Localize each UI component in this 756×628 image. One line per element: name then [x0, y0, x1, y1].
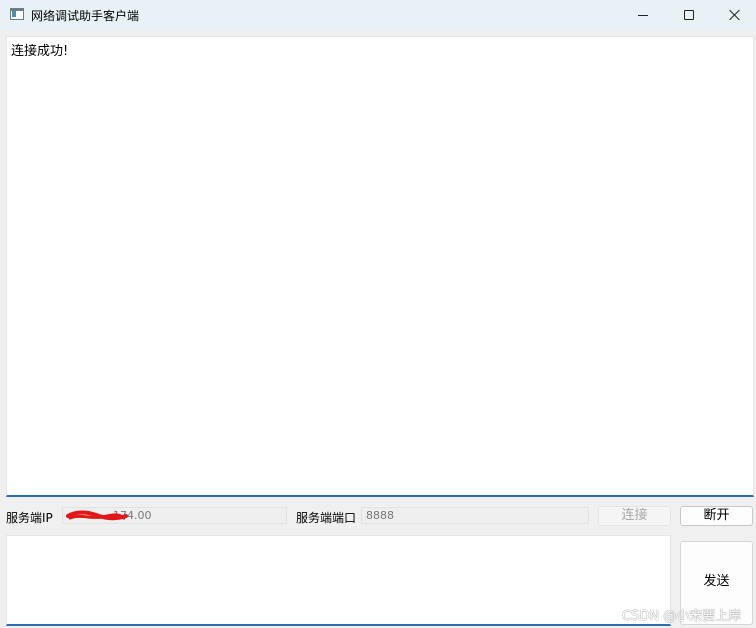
- disconnect-button[interactable]: 断开: [680, 506, 753, 526]
- server-ip-input[interactable]: 174.00: [62, 507, 287, 524]
- redaction-scribble: [66, 510, 128, 521]
- maximize-button[interactable]: [666, 0, 712, 30]
- window-title: 网络调试助手客户端: [31, 9, 140, 23]
- server-port-label: 服务端端口: [296, 511, 357, 525]
- receive-text-area[interactable]: 连接成功!: [6, 36, 754, 497]
- minimize-icon: [638, 14, 648, 16]
- minimize-button[interactable]: [620, 0, 666, 30]
- send-text-area[interactable]: [6, 535, 671, 626]
- connect-button[interactable]: 连接: [598, 506, 671, 526]
- maximize-icon: [684, 10, 694, 20]
- close-button[interactable]: [712, 0, 756, 30]
- watermark: CSDN @小宋要上岸: [622, 609, 742, 624]
- close-icon: [729, 9, 741, 21]
- server-port-input[interactable]: 8888: [361, 507, 589, 524]
- server-ip-label: 服务端IP: [6, 511, 53, 525]
- title-bar[interactable]: 网络调试助手客户端: [0, 0, 756, 30]
- app-window-icon: [10, 8, 24, 20]
